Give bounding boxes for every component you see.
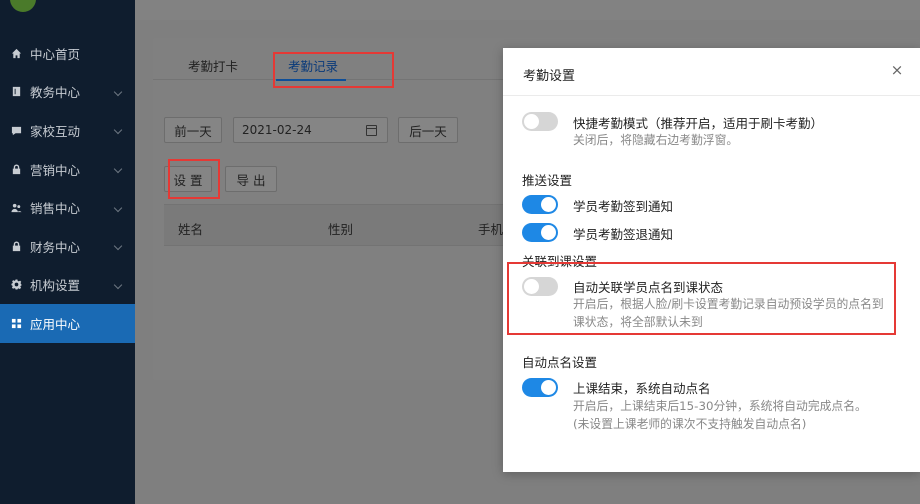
quick-mode-desc: 关闭后，将隐藏右边考勤浮窗。: [573, 133, 739, 147]
highlight-auto-link-option: [507, 262, 896, 335]
date-value: 2021-02-24: [242, 123, 312, 137]
tab-attendance-checkin[interactable]: 考勤打卡: [188, 56, 238, 75]
sidebar-item-app-center[interactable]: 应用中心: [0, 304, 135, 343]
sidebar-item-label: 中心首页: [30, 46, 81, 62]
sidebar-item-label: 机构设置: [30, 278, 81, 294]
users-icon: [10, 202, 22, 214]
auto-rollcall-settings-title: 自动点名设置: [522, 355, 598, 370]
chevron-down-icon: [113, 87, 123, 97]
sidebar-item-academic[interactable]: 教务中心: [0, 73, 135, 112]
sidebar-item-label: 教务中心: [30, 85, 81, 101]
gear-icon: [10, 279, 22, 291]
date-picker[interactable]: 2021-02-24: [233, 117, 388, 143]
export-button[interactable]: 导 出: [225, 166, 277, 192]
calendar-icon: [366, 125, 377, 136]
sidebar-item-home-school[interactable]: 家校互动: [0, 111, 135, 150]
chevron-down-icon: [113, 126, 123, 135]
highlight-settings-button: [168, 159, 220, 199]
quick-mode-toggle[interactable]: [522, 112, 558, 131]
dialog-header: 考勤设置 ×: [503, 48, 920, 96]
auto-rollcall-label: 上课结束，系统自动点名: [573, 381, 711, 396]
auto-rollcall-toggle[interactable]: [522, 378, 558, 397]
quick-mode-label: 快捷考勤模式（推荐开启，适用于刷卡考勤）: [573, 116, 824, 131]
column-header-name: 姓名: [178, 222, 204, 237]
sidebar-item-label: 销售中心: [30, 201, 81, 217]
auto-rollcall-desc-line2: (未设置上课老师的课次不支持触发自动点名): [573, 417, 807, 431]
grid-icon: [10, 317, 22, 329]
top-header: [135, 0, 920, 20]
lock-icon: [10, 163, 22, 175]
auto-rollcall-desc-line1: 开启后，上课结束后15-30分钟，系统将自动完成点名。: [573, 399, 867, 413]
sidebar-item-finance[interactable]: 财务中心: [0, 227, 135, 266]
sidebar: 中心首页 教务中心 家校互动 营销中心 销售中心 财务中心 机构设置 应用中心: [0, 0, 135, 504]
logo-icon: [10, 0, 36, 12]
push-settings-title: 推送设置: [522, 173, 573, 188]
lock-icon: [10, 240, 22, 252]
home-icon: [10, 47, 22, 59]
sidebar-item-label: 财务中心: [30, 239, 81, 255]
highlight-records-tab: [273, 52, 394, 88]
close-icon[interactable]: ×: [890, 63, 904, 78]
attendance-settings-dialog: 考勤设置 × 快捷考勤模式（推荐开启，适用于刷卡考勤） 关闭后，将隐藏右边考勤浮…: [503, 48, 920, 472]
sidebar-item-sales[interactable]: 销售中心: [0, 188, 135, 227]
sidebar-item-label: 营销中心: [30, 162, 81, 178]
sidebar-nav: 中心首页 教务中心 家校互动 营销中心 销售中心 财务中心 机构设置 应用中心: [0, 34, 135, 343]
chat-icon: [10, 124, 22, 136]
sign-out-notify-label: 学员考勤签退通知: [573, 227, 674, 242]
chevron-down-icon: [113, 242, 123, 251]
sidebar-item-org-settings[interactable]: 机构设置: [0, 266, 135, 305]
column-header-phone: 手机: [478, 222, 504, 237]
sidebar-item-label: 家校互动: [30, 123, 81, 139]
sign-in-notify-label: 学员考勤签到通知: [573, 199, 674, 214]
next-day-button[interactable]: 后一天: [398, 117, 458, 143]
book-icon: [10, 86, 22, 98]
chevron-down-icon: [113, 280, 123, 290]
sign-out-notify-toggle[interactable]: [522, 223, 558, 242]
chevron-down-icon: [113, 203, 123, 212]
column-header-gender: 性别: [328, 222, 354, 237]
chevron-down-icon: [113, 164, 123, 174]
sign-in-notify-toggle[interactable]: [522, 195, 558, 214]
logo: [0, 0, 135, 20]
sidebar-item-label: 应用中心: [30, 316, 81, 332]
dialog-title: 考勤设置: [523, 69, 576, 84]
sidebar-item-marketing[interactable]: 营销中心: [0, 150, 135, 189]
sidebar-item-home[interactable]: 中心首页: [0, 34, 135, 73]
prev-day-button[interactable]: 前一天: [164, 117, 222, 143]
